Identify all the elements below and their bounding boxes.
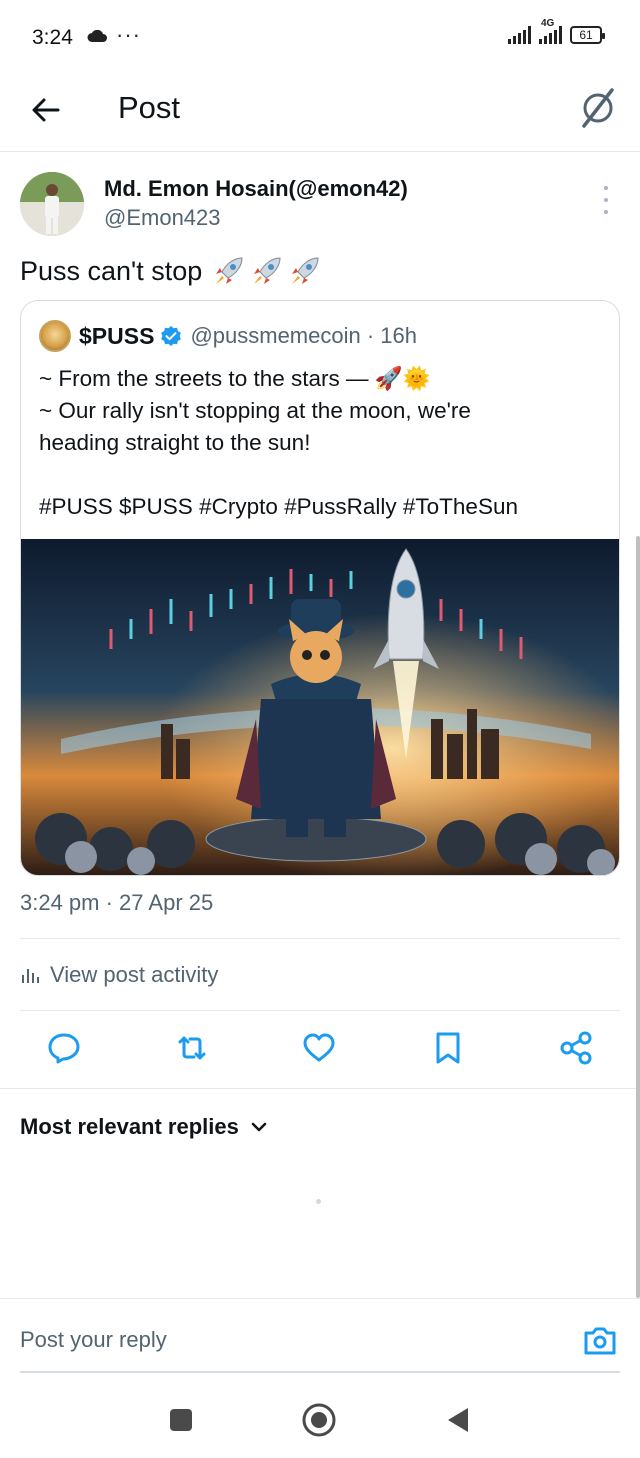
status-time: 3:24 [32,26,73,49]
quoted-author-name: $PUSS [79,322,155,349]
reply-input-underline [20,1371,620,1373]
replies-sort-dropdown[interactable]: Most relevant replies [20,1114,267,1140]
verified-badge-icon [161,326,182,346]
avatar[interactable] [20,172,84,236]
quoted-line: heading straight to the sun! [39,430,311,455]
post-text-content: Puss can't stop [20,255,203,286]
post-timestamp: 3:24 pm · 27 Apr 25 [20,890,214,915]
view-post-activity[interactable]: View post activity [20,962,218,988]
status-indicators: 4G 61 [508,18,605,44]
signal-icon [508,24,531,44]
rocket-emojis [212,254,322,288]
recents-icon[interactable] [163,1402,199,1438]
chevron-down-icon [251,1122,267,1132]
quoted-avatar [39,320,71,352]
view-post-activity-label: View post activity [50,962,219,987]
rocket-icon [292,257,319,284]
share-icon[interactable] [558,1030,594,1066]
system-navigation-bar [0,1380,640,1458]
post-actions [0,1030,640,1074]
network-signal-icon: 4G [539,18,562,44]
author-name[interactable]: Md. Emon Hosain(@emon42) [104,176,408,202]
quoted-post-text: ~ From the streets to the stars — 🚀🌞 ~ O… [39,363,599,523]
reply-icon[interactable] [46,1030,82,1066]
like-icon[interactable] [301,1030,337,1066]
battery-level: 61 [579,28,593,42]
rocket-icon [216,257,243,284]
reply-composer: Post your reply [0,1298,640,1373]
divider [20,938,620,939]
quoted-line [39,459,599,491]
divider [0,1088,640,1089]
quoted-post-image[interactable] [21,539,619,875]
arrow-left-icon[interactable] [28,92,64,128]
more-options-icon[interactable] [596,186,616,214]
status-more-dots: ··· [116,22,141,47]
analytics-icon [22,969,39,983]
divider [20,1010,620,1011]
author-handle[interactable]: @Emon423 [104,205,221,231]
quoted-post-header: $PUSS @pussmemecoin · 16h [39,320,417,352]
network-type: 4G [541,18,555,29]
rocket-icon [254,257,281,284]
back-triangle-icon[interactable] [440,1402,476,1438]
status-bar: 3:24 ··· 4G 61 [0,0,640,72]
loading-indicator [316,1199,321,1204]
battery-icon: 61 [570,26,605,44]
reply-input[interactable]: Post your reply [20,1327,167,1353]
grok-icon[interactable] [578,86,618,130]
quoted-post[interactable]: $PUSS @pussmemecoin · 16h ~ From the str… [20,300,620,876]
quoted-line: #PUSS $PUSS #Crypto #PussRally #ToTheSun [39,494,518,519]
home-icon[interactable] [301,1402,337,1438]
quoted-line: ~ Our rally isn't stopping at the moon, … [39,398,471,423]
post-text: Puss can't stop [20,254,322,288]
repost-icon[interactable] [174,1030,210,1066]
quoted-line: ~ From the streets to the stars — 🚀🌞 [39,366,431,391]
quoted-author-handle: @pussmemecoin · 16h [190,323,417,348]
camera-icon[interactable] [582,1325,618,1357]
scrollbar[interactable] [636,536,640,1298]
top-app-bar: Post [0,72,640,152]
cloud-icon [86,28,108,49]
bookmark-icon[interactable] [430,1030,466,1066]
page-title: Post [118,90,181,125]
replies-sort-label: Most relevant replies [20,1114,239,1139]
